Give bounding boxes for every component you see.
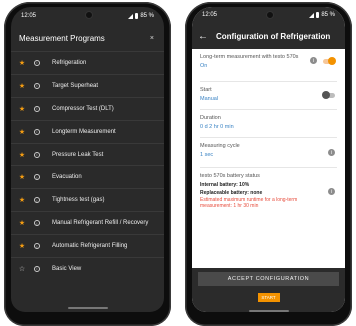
runtime-warning: Estimated maximum runtime for a long-ter… (200, 197, 298, 209)
right-screen: 12:05 85 % ← Configuration of Refrigerat… (192, 7, 345, 312)
program-label: Evacuation (52, 174, 82, 181)
internal-battery: Internal battery: 10% (200, 182, 250, 188)
star-outline-icon[interactable]: ☆ (13, 265, 31, 273)
list-item[interactable]: ★ i Evacuation (11, 165, 164, 188)
app-bar-row: ← Configuration of Refrigeration (192, 23, 345, 49)
info-icon[interactable]: i (34, 128, 40, 135)
toggle-knob (322, 91, 330, 99)
left-screen: 12:05 85 % Measurement Programs × ★ i Refr… (11, 7, 164, 312)
gesture-bar (248, 310, 289, 312)
info-icon[interactable]: i (34, 265, 40, 272)
accept-configuration-button[interactable]: ACCEPT CONFIGURATION (198, 272, 339, 286)
status-time: 12:05 (202, 12, 218, 18)
program-label: Tightness test (gas) (52, 197, 105, 204)
signal-icon (309, 12, 315, 18)
start-toggle[interactable] (322, 91, 335, 99)
battery-icon (316, 12, 320, 18)
list-item[interactable]: ☆ i Basic View (11, 257, 164, 280)
status-icons: 85 % (309, 12, 335, 18)
list-item[interactable]: ★ i Tightness test (gas) (11, 188, 164, 211)
program-label: Basic View (52, 265, 82, 272)
info-icon[interactable]: i (34, 82, 40, 89)
status-icons: 85 % (128, 13, 154, 19)
info-icon[interactable]: i (34, 174, 40, 181)
setting-value: Manual (200, 96, 219, 102)
program-label: Manual Refrigerant Refill / Recovery (52, 220, 149, 227)
setting-value: On (200, 63, 208, 69)
program-label: Longterm Measurement (52, 128, 116, 135)
info-icon[interactable]: i (34, 243, 40, 250)
back-arrow-icon[interactable]: ← (198, 31, 208, 42)
app-bar: 12:05 85 % ← Configuration of Refrigerat… (192, 7, 345, 49)
info-icon[interactable]: i (34, 197, 40, 204)
info-icon[interactable]: i (34, 151, 40, 158)
setting-cycle[interactable]: Measuring cycle 1 sec i (200, 138, 337, 168)
toggle-knob (328, 57, 336, 65)
footer: ACCEPT CONFIGURATION START (192, 268, 345, 312)
setting-start[interactable]: Start Manual (200, 82, 337, 110)
status-time: 12:05 (21, 13, 37, 19)
setting-value: 1 sec (200, 152, 214, 158)
info-icon[interactable]: i (34, 105, 40, 112)
list-item[interactable]: ★ i Longterm Measurement (11, 119, 164, 143)
battery-percent: 85 % (140, 13, 154, 19)
list-item[interactable]: ★ i Refrigeration (11, 51, 164, 74)
star-filled-icon[interactable]: ★ (13, 82, 31, 90)
setting-label: Long-term measurement with testo 570s (200, 54, 299, 60)
start-button[interactable]: START (257, 293, 280, 302)
program-label: Target Superheat (52, 82, 99, 89)
setting-duration[interactable]: Duration 0 d 2 hr 0 min (200, 110, 337, 138)
list-item[interactable]: ★ i Pressure Leak Test (11, 142, 164, 166)
info-icon[interactable]: i (34, 220, 40, 227)
star-filled-icon[interactable]: ★ (13, 151, 31, 159)
list-item[interactable]: ★ i Automatic Refrigerant Filling (11, 234, 164, 257)
camera-icon (265, 11, 274, 19)
dialog-title: Measurement Programs (19, 33, 105, 43)
longterm-toggle[interactable] (323, 57, 336, 65)
program-label: Compressor Test (DLT) (52, 105, 114, 112)
program-list: ★ i Refrigeration ★ i Target Superheat ★ i Compr… (11, 51, 164, 280)
setting-value: 0 d 2 hr 0 min (200, 124, 234, 130)
star-filled-icon[interactable]: ★ (13, 105, 31, 113)
star-filled-icon[interactable]: ★ (13, 173, 31, 181)
page-title: Configuration of Refrigeration (216, 31, 331, 41)
program-label: Pressure Leak Test (52, 151, 104, 158)
left-phone: 12:05 85 % Measurement Programs × ★ i Refr… (4, 2, 171, 326)
info-icon[interactable]: i (34, 59, 40, 66)
setting-label: Start (200, 87, 212, 93)
right-phone: 12:05 85 % ← Configuration of Refrigerat… (185, 2, 352, 326)
battery-icon (135, 13, 139, 19)
program-label: Refrigeration (52, 59, 87, 66)
program-label: Automatic Refrigerant Filling (52, 243, 128, 250)
settings-list: Long-term measurement with testo 570s On… (192, 49, 345, 214)
setting-battery-status: testo 570s battery status Internal batte… (200, 168, 337, 214)
battery-percent: 85 % (321, 12, 335, 18)
gesture-bar (67, 307, 108, 309)
setting-longterm[interactable]: Long-term measurement with testo 570s On… (200, 49, 337, 82)
star-filled-icon[interactable]: ★ (13, 196, 31, 204)
star-filled-icon[interactable]: ★ (13, 128, 31, 136)
info-icon[interactable]: i (328, 188, 335, 195)
list-item[interactable]: ★ i Target Superheat (11, 73, 164, 97)
star-filled-icon[interactable]: ★ (13, 59, 31, 67)
info-icon[interactable]: i (328, 149, 335, 156)
star-filled-icon[interactable]: ★ (13, 242, 31, 250)
camera-icon (84, 11, 93, 19)
close-icon[interactable]: × (150, 35, 154, 42)
setting-label: Measuring cycle (200, 143, 240, 149)
list-item[interactable]: ★ i Compressor Test (DLT) (11, 96, 164, 120)
setting-label: testo 570s battery status (200, 173, 260, 179)
setting-label: Duration (200, 115, 221, 121)
star-filled-icon[interactable]: ★ (13, 219, 31, 227)
list-item[interactable]: ★ i Manual Refrigerant Refill / Recovery (11, 211, 164, 234)
dialog-header: Measurement Programs × (11, 25, 164, 51)
replaceable-battery: Replaceable battery: none (200, 190, 263, 196)
signal-icon (128, 13, 134, 19)
info-icon[interactable]: i (310, 57, 317, 64)
